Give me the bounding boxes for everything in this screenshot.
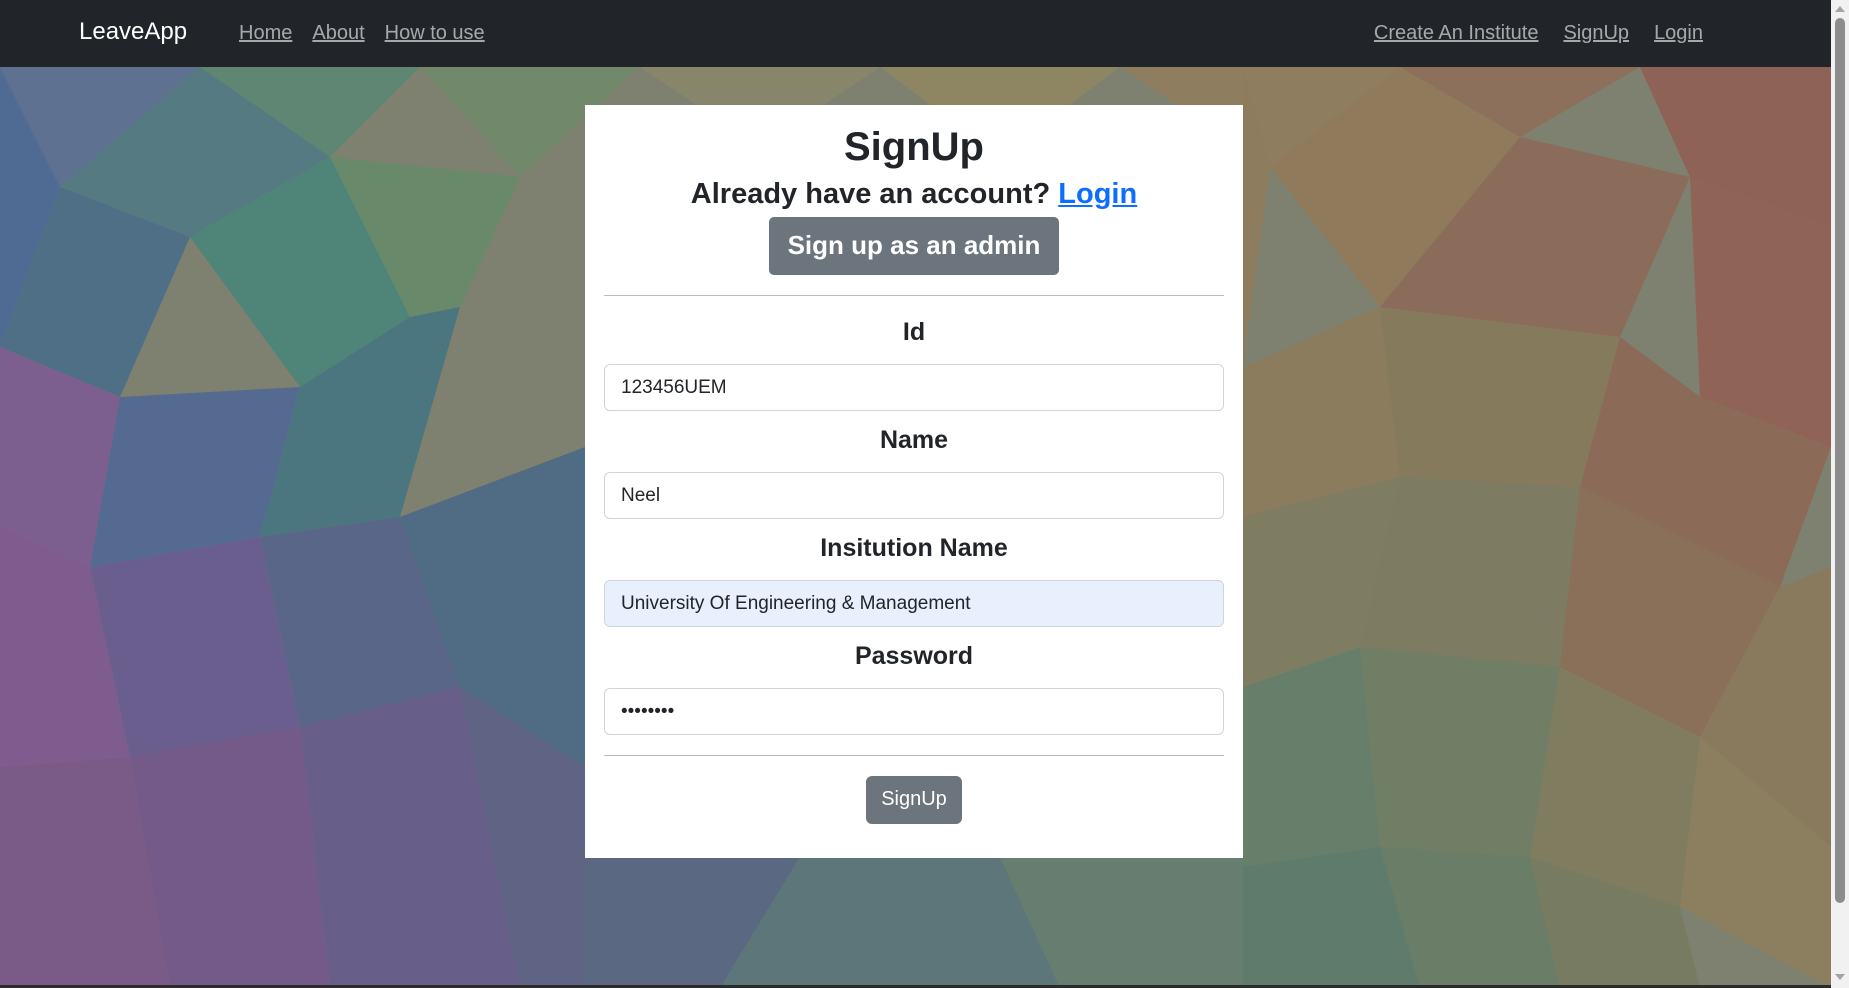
id-label: Id xyxy=(902,318,926,346)
navbar: LeaveApp Home About How to use Create An… xyxy=(0,0,1831,67)
nav-link-signup[interactable]: SignUp xyxy=(1563,20,1629,46)
scroll-up-icon[interactable] xyxy=(1835,6,1845,12)
login-link[interactable]: Login xyxy=(1058,178,1137,210)
nav-link-home[interactable]: Home xyxy=(239,20,292,46)
divider-bottom xyxy=(604,755,1224,756)
signup-card: SignUp Already have an account? Login Si… xyxy=(585,105,1243,858)
scroll-down-icon[interactable] xyxy=(1835,974,1845,980)
login-prompt-text: Already have an account? xyxy=(690,178,1051,210)
name-field[interactable] xyxy=(604,472,1224,519)
divider-top xyxy=(604,295,1224,296)
nav-left-links: Home About How to use xyxy=(239,20,485,46)
login-prompt: Already have an account? Login xyxy=(604,176,1224,212)
nav-link-create-institute[interactable]: Create An Institute xyxy=(1374,20,1539,46)
nav-right-links: Create An Institute SignUp Login xyxy=(1374,20,1703,46)
page-title: SignUp xyxy=(844,125,984,169)
institution-name-field[interactable] xyxy=(604,580,1224,627)
nav-link-about[interactable]: About xyxy=(312,20,364,46)
nav-link-how-to-use[interactable]: How to use xyxy=(385,20,485,46)
name-label: Name xyxy=(879,426,949,454)
password-field[interactable] xyxy=(604,688,1224,735)
signup-admin-button[interactable]: Sign up as an admin xyxy=(768,217,1060,275)
scroll-thumb[interactable] xyxy=(1835,18,1845,903)
nav-link-login[interactable]: Login xyxy=(1654,20,1703,46)
signup-submit-button[interactable]: SignUp xyxy=(866,776,962,824)
page: LeaveApp Home About How to use Create An… xyxy=(0,0,1849,988)
vertical-scrollbar[interactable] xyxy=(1831,0,1849,988)
password-label: Password xyxy=(854,642,974,670)
brand-logo[interactable]: LeaveApp xyxy=(79,17,187,47)
institution-name-label: Insitution Name xyxy=(820,534,1008,562)
id-field[interactable] xyxy=(604,364,1224,411)
